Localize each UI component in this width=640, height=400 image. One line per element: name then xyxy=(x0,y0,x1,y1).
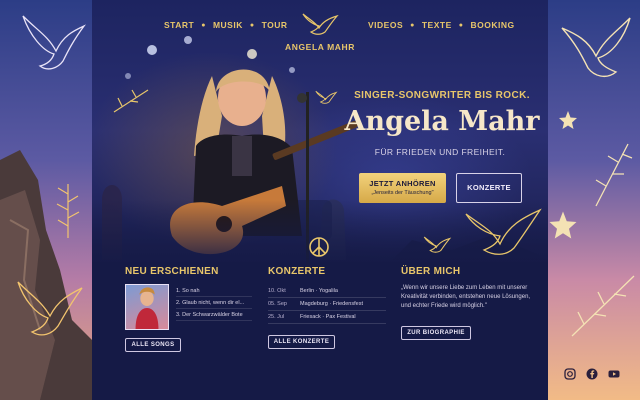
concert-date: 10. Okt xyxy=(268,288,286,294)
dove-hero-icon xyxy=(465,208,542,255)
dove-small-icon xyxy=(423,236,452,253)
about-title: ÜBER MICH xyxy=(401,266,461,277)
hero-tagline: SINGER-SONGWRITER BIS ROCK. xyxy=(354,90,530,101)
dove-small-icon xyxy=(315,90,338,104)
left-decoration xyxy=(0,0,92,400)
all-songs-button[interactable]: ALLE SONGS xyxy=(125,338,181,352)
star-icon xyxy=(549,211,577,239)
dove-outline-icon xyxy=(22,15,86,70)
nav-separator: ● xyxy=(201,21,206,29)
new-releases-title: NEU ERSCHIENEN xyxy=(125,266,219,277)
brand-name[interactable]: ANGELA MAHR xyxy=(278,42,362,52)
biography-button[interactable]: ZUR BIOGRAPHIE xyxy=(401,326,471,340)
concert-place: Berlin · Yogalila xyxy=(300,288,338,294)
concert-date: 25. Jul xyxy=(268,314,285,320)
concert-date: 05. Sep xyxy=(268,301,287,307)
song-list: 1. So nah 2. Glaub nicht, wenn dir el...… xyxy=(176,285,252,321)
nav-tour[interactable]: TOUR xyxy=(262,20,288,30)
nav-separator: ● xyxy=(410,21,415,29)
concert-row[interactable]: 25. Jul Friesack · Pax Festival xyxy=(268,311,386,324)
peace-icon xyxy=(309,237,329,257)
main-panel: START ● MUSIK ● TOUR ANGELA MAHR VIDEOS … xyxy=(92,0,548,400)
dove-logo-icon[interactable] xyxy=(300,8,340,36)
concerts-button[interactable]: KONZERTE xyxy=(456,173,522,203)
list-item[interactable]: 1. So nah xyxy=(176,285,252,297)
hero-subtitle: FÜR FRIEDEN UND FREIHEIT. xyxy=(374,147,506,157)
concert-row[interactable]: 10. Okt Berlin · Yogalila xyxy=(268,285,386,298)
branch-icon xyxy=(595,143,633,207)
listen-now-button[interactable]: JETZT ANHÖREN „Jenseits der Täuschung" xyxy=(359,173,446,203)
concert-row[interactable]: 05. Sep Magdeburg · Friedensfest xyxy=(268,298,386,311)
branch-gold-icon xyxy=(113,89,149,113)
nav-videos[interactable]: VIDEOS xyxy=(368,20,403,30)
album-cover-art xyxy=(135,287,159,329)
nav-booking[interactable]: BOOKING xyxy=(471,20,515,30)
concert-place: Magdeburg · Friedensfest xyxy=(300,301,363,307)
all-concerts-button[interactable]: ALLE KONZERTE xyxy=(268,335,335,349)
listen-now-label: JETZT ANHÖREN xyxy=(369,179,436,188)
nav-left: START ● MUSIK ● TOUR xyxy=(164,20,288,30)
nav-texte[interactable]: TEXTE xyxy=(422,20,452,30)
listen-now-sublabel: „Jenseits der Täuschung" xyxy=(371,190,434,196)
nav-start[interactable]: START xyxy=(164,20,194,30)
album-cover[interactable] xyxy=(125,284,169,330)
right-decoration xyxy=(548,0,640,400)
dove-gold-icon xyxy=(17,281,83,336)
concert-list: 10. Okt Berlin · Yogalila 05. Sep Magdeb… xyxy=(268,285,386,324)
list-item[interactable]: 3. Der Schwarzwälder Bote xyxy=(176,309,252,321)
concert-place: Friesack · Pax Festival xyxy=(300,314,356,320)
nav-separator: ● xyxy=(458,21,464,29)
nav-separator: ● xyxy=(249,21,255,29)
nav-right: VIDEOS ● TEXTE ● BOOKING xyxy=(368,20,515,30)
facebook-icon[interactable] xyxy=(586,368,598,380)
rock-illustration xyxy=(0,150,92,400)
dove-outline-icon xyxy=(561,17,631,78)
about-quote: „Wenn wir unsere Liebe zum Leben mit uns… xyxy=(401,285,531,309)
hero-title: Angela Mahr xyxy=(344,106,540,137)
nav-musik[interactable]: MUSIK xyxy=(213,20,243,30)
branch-icon xyxy=(56,184,80,238)
branch-icon xyxy=(571,275,635,337)
concerts-title: KONZERTE xyxy=(268,266,326,277)
list-item[interactable]: 2. Glaub nicht, wenn dir el... xyxy=(176,297,252,309)
star-icon xyxy=(559,111,577,129)
youtube-icon[interactable] xyxy=(608,368,620,380)
instagram-icon[interactable] xyxy=(564,368,576,380)
